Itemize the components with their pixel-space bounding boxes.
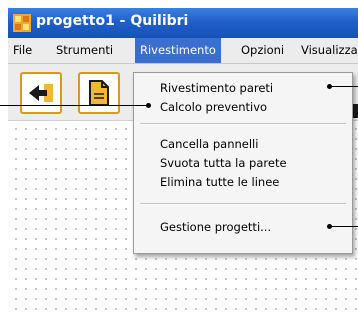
new-document-button[interactable] — [78, 72, 120, 114]
menu-file[interactable]: File — [8, 38, 37, 63]
title-bar[interactable]: progetto1 - Quilibri — [8, 8, 358, 38]
menu-item-calcolo-preventivo[interactable]: Calcolo preventivo — [134, 98, 352, 117]
back-arrow-icon — [29, 84, 53, 102]
window-title: progetto1 - Quilibri — [36, 13, 189, 29]
menu-item-rivestimento-pareti[interactable]: Rivestimento pareti — [134, 79, 352, 98]
app-window: progetto1 - Quilibri File Strumenti Rive… — [8, 8, 358, 317]
callout-dot-left — [146, 103, 151, 108]
menu-rivestimento[interactable]: Rivestimento — [135, 38, 221, 63]
menu-item-gestione-progetti[interactable]: Gestione progetti... — [134, 218, 352, 237]
callout-line-left — [0, 105, 148, 106]
menu-item-svuota-parete[interactable]: Svuota tutta la parete — [134, 154, 352, 173]
app-icon — [13, 14, 31, 32]
callout-line-top-right — [330, 86, 358, 87]
back-button[interactable] — [20, 72, 62, 114]
menu-item-cancella-pannelli[interactable]: Cancella pannelli — [134, 135, 352, 154]
menu-item-elimina-linee[interactable]: Elimina tutte le linee — [134, 173, 352, 192]
callout-dot-top-right — [327, 84, 332, 89]
rivestimento-dropdown-menu: Rivestimento pareti Calcolo preventivo C… — [133, 72, 353, 254]
menu-strumenti[interactable]: Strumenti — [51, 38, 118, 63]
callout-line-bottom-right — [330, 226, 358, 227]
menu-separator — [140, 203, 346, 205]
document-icon — [89, 80, 109, 106]
menu-visualizza[interactable]: Visualizza — [296, 38, 358, 63]
menu-separator — [140, 123, 346, 125]
menu-opzioni[interactable]: Opzioni — [236, 38, 289, 63]
menu-bar: File Strumenti Rivestimento Opzioni Visu… — [8, 38, 358, 64]
callout-dot-bottom-right — [327, 224, 332, 229]
